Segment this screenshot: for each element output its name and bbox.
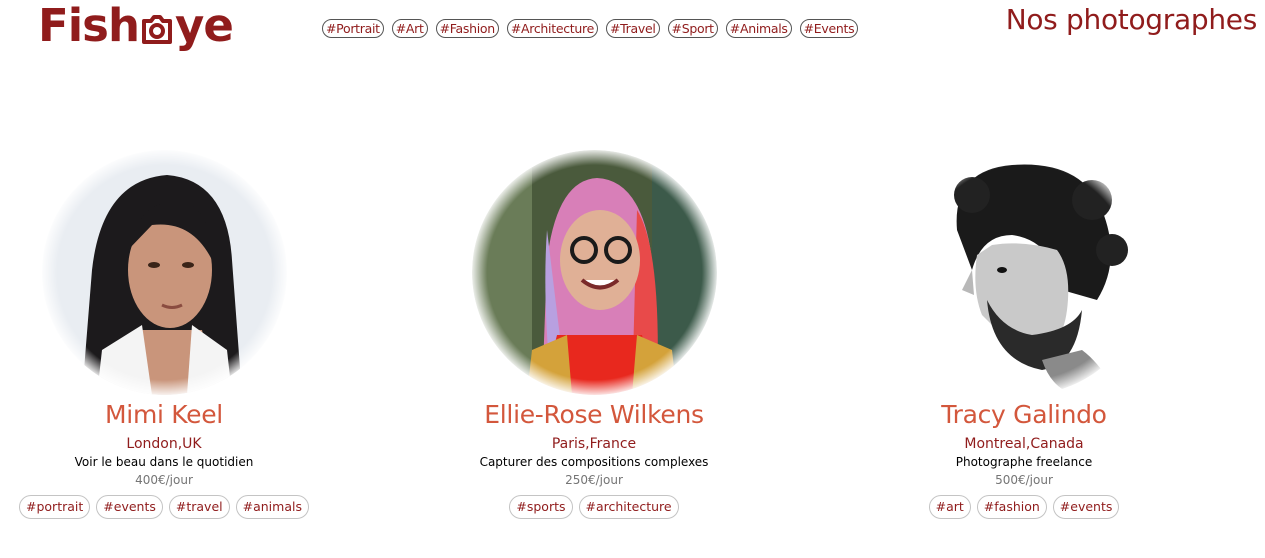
photographer-card: Tracy Galindo Montreal,Canada Photograph… <box>864 150 1184 519</box>
fisheye-logo[interactable]: Fish ye <box>38 0 234 52</box>
photographer-tagline: Voir le beau dans le quotidien <box>74 455 254 469</box>
logo-text-right: ye <box>175 0 234 52</box>
photographer-tagline: Photographe freelance <box>955 455 1093 469</box>
nav-tag-animals[interactable]: #Animals <box>725 19 792 38</box>
tag-animals[interactable]: #animals <box>235 495 309 519</box>
tag-architecture[interactable]: #architecture <box>578 495 679 519</box>
tag-events[interactable]: #events <box>1052 495 1120 519</box>
photographer-card: Mimi Keel London,UK Voir le beau dans le… <box>4 150 324 519</box>
photographer-portrait-link[interactable] <box>41 150 287 395</box>
tag-portrait[interactable]: #portrait <box>19 495 91 519</box>
portrait-photo-icon <box>471 150 717 395</box>
photographer-location: London,UK <box>126 436 202 452</box>
nav-tag-sport[interactable]: #Sport <box>667 19 718 38</box>
photographer-name[interactable]: Tracy Galindo <box>864 400 1184 430</box>
photographer-portrait-link[interactable] <box>901 150 1147 395</box>
photographer-price: 500€/jour <box>995 473 1053 487</box>
tag-filter-nav: #Portrait #Art #Fashion #Architecture #T… <box>322 19 859 38</box>
photographer-location: Montreal,Canada <box>964 436 1084 452</box>
photographer-tagline: Capturer des compositions complexes <box>479 455 709 469</box>
portrait-photo-icon <box>41 150 287 395</box>
tag-fashion[interactable]: #fashion <box>976 495 1047 519</box>
photographer-tags: #sports #architecture <box>434 495 754 519</box>
nav-tag-architecture[interactable]: #Architecture <box>506 19 598 38</box>
camera-icon <box>142 15 172 44</box>
photographer-tags: #art #fashion #events <box>864 495 1184 519</box>
photographer-card: Ellie-Rose Wilkens Paris,France Capturer… <box>434 150 754 519</box>
tag-art[interactable]: #art <box>928 495 971 519</box>
nav-tag-fashion[interactable]: #Fashion <box>435 19 499 38</box>
nav-tag-portrait[interactable]: #Portrait <box>322 19 384 38</box>
nav-tag-art[interactable]: #Art <box>391 19 428 38</box>
photographer-name[interactable]: Ellie-Rose Wilkens <box>434 400 754 430</box>
photographer-price: 250€/jour <box>565 473 623 487</box>
photographer-name[interactable]: Mimi Keel <box>4 400 324 430</box>
tag-sports[interactable]: #sports <box>509 495 573 519</box>
tag-events[interactable]: #events <box>96 495 163 519</box>
nav-tag-events[interactable]: #Events <box>799 19 859 38</box>
page-title: Nos photographes <box>1005 3 1258 36</box>
photographer-location: Paris,France <box>551 436 637 452</box>
portrait-photo-icon <box>901 150 1147 395</box>
nav-tag-travel[interactable]: #Travel <box>605 19 660 38</box>
photographer-portrait-link[interactable] <box>471 150 717 395</box>
logo-text-left: Fish <box>38 0 140 52</box>
photographer-tags: #portrait #events #travel #animals <box>4 495 324 519</box>
photographer-price: 400€/jour <box>135 473 193 487</box>
tag-travel[interactable]: #travel <box>168 495 230 519</box>
